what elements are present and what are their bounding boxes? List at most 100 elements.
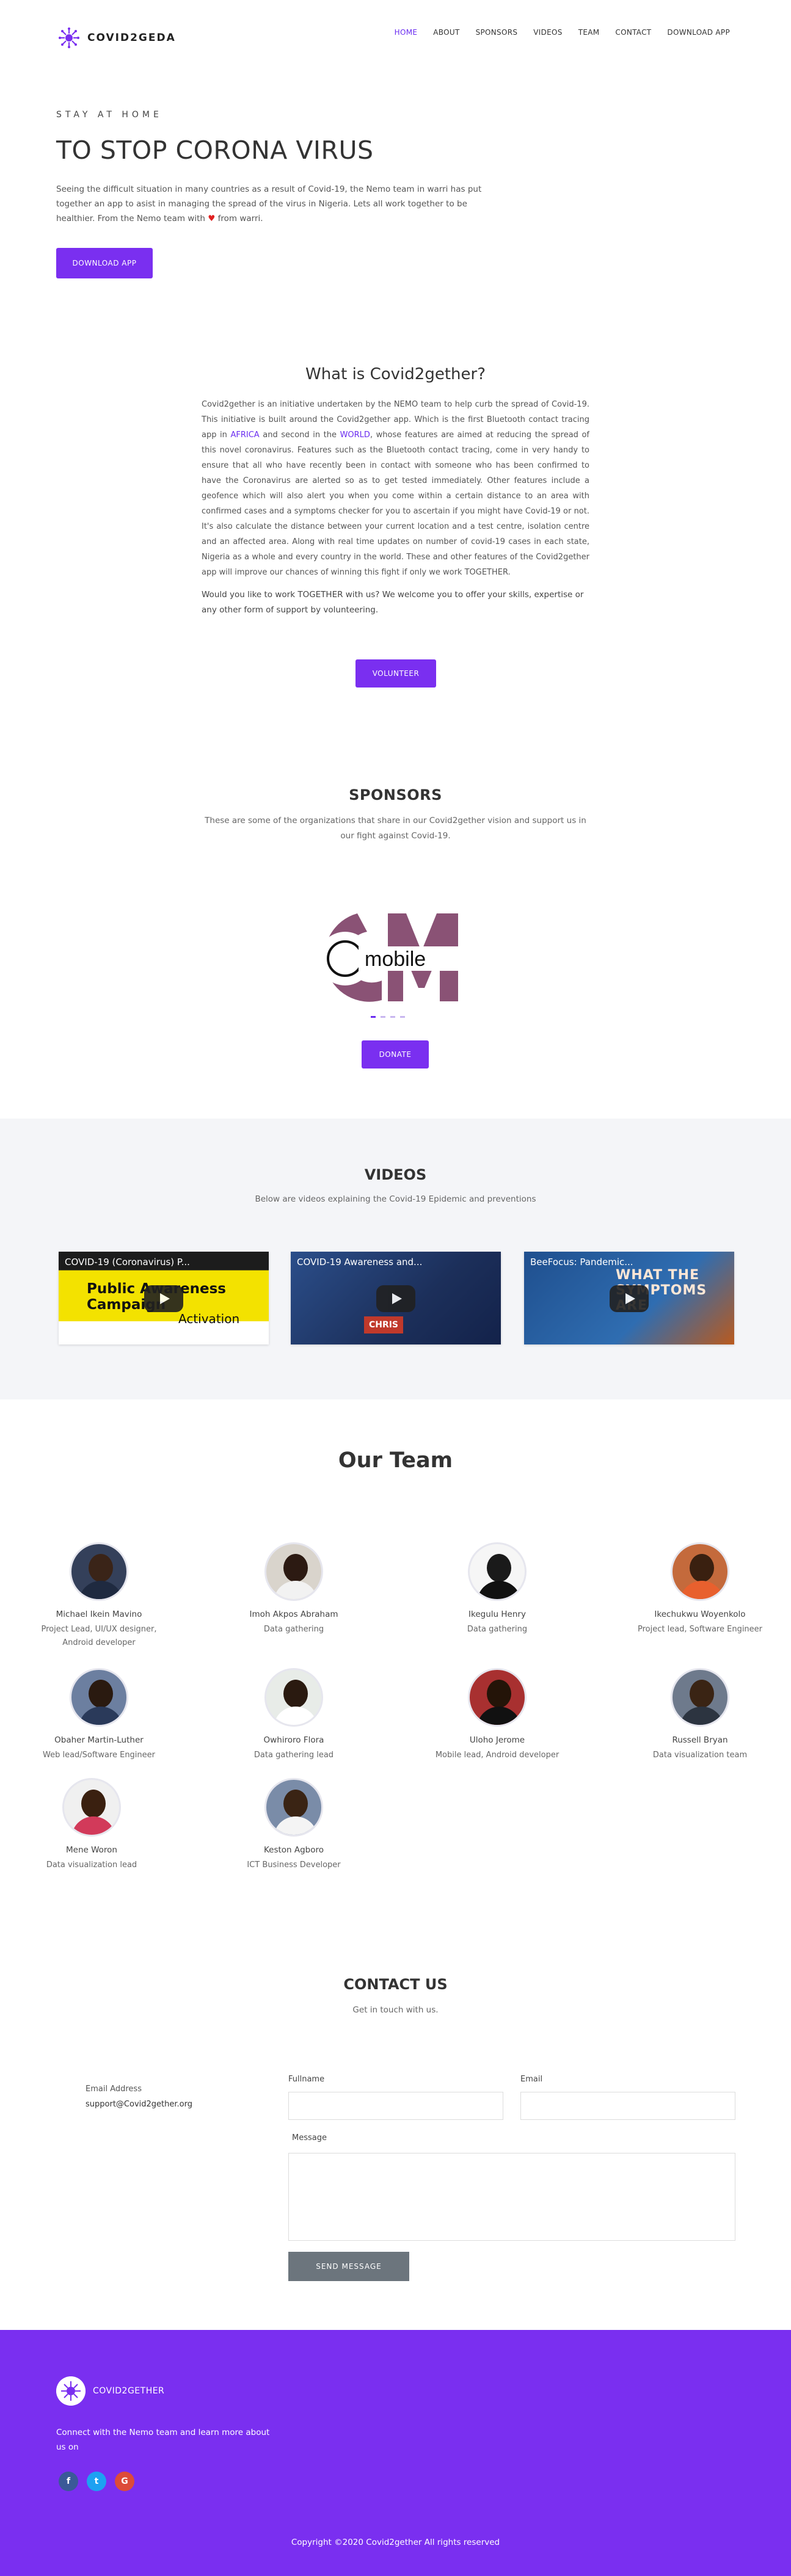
avatar xyxy=(264,1778,323,1837)
nav-home[interactable]: HOME xyxy=(395,28,418,37)
send-message-button[interactable]: SEND MESSAGE xyxy=(288,2252,409,2281)
member-name: Mene Woron xyxy=(66,1845,117,1855)
team-member: Russell Bryan Data visualization team xyxy=(627,1668,773,1762)
video-title: COVID-19 (Coronavirus) P... xyxy=(65,1257,190,1268)
nav-team[interactable]: TEAM xyxy=(578,28,600,37)
volunteer-ask: Would you like to work TOGETHER with us?… xyxy=(202,590,584,615)
member-role: Project lead, Software Engineer xyxy=(637,1625,763,1634)
donate-button[interactable]: DONATE xyxy=(362,1040,429,1068)
contact-title: CONTACT US xyxy=(343,1976,448,1993)
member-name: Ikegulu Henry xyxy=(468,1609,526,1619)
videos-title: VIDEOS xyxy=(364,1166,427,1183)
carousel-dots xyxy=(371,1016,405,1018)
nav-contact[interactable]: CONTACT xyxy=(615,28,651,37)
member-role: Data visualization lead xyxy=(46,1860,137,1870)
message-field[interactable] xyxy=(288,2153,735,2241)
world-link[interactable]: WORLD xyxy=(340,430,370,440)
team-member: Uloho Jerome Mobile lead, Android develo… xyxy=(424,1668,570,1762)
video-card-1[interactable]: COVID-19 (Coronavirus) P... Public Aware… xyxy=(59,1252,269,1344)
hero-text-main: Seeing the difficult situation in many c… xyxy=(56,184,482,223)
nav-menu: HOME ABOUT SPONSORS VIDEOS TEAM CONTACT … xyxy=(379,28,730,37)
email-label: Email xyxy=(520,2075,543,2084)
avatar xyxy=(264,1668,323,1727)
footer-text: Connect with the Nemo team and learn mor… xyxy=(56,2428,270,2452)
sponsors-subtitle: These are some of the organizations that… xyxy=(205,816,586,841)
avatar xyxy=(671,1668,729,1727)
member-role: Web lead/Software Engineer xyxy=(42,1751,156,1760)
videos-section: VIDEOS Below are videos explaining the C… xyxy=(0,1119,791,1399)
download-app-button[interactable]: DOWNLOAD APP xyxy=(56,248,153,278)
about-section: What is Covid2gether? Covid2gether is an… xyxy=(202,365,589,618)
team-title: Our Team xyxy=(338,1448,453,1473)
about-text-part2: and second in the xyxy=(263,430,337,440)
email-address-label: Email Address xyxy=(86,2084,142,2094)
team-member: Imoh Akpos Abraham Data gathering xyxy=(221,1542,367,1636)
nav-sponsors[interactable]: SPONSORS xyxy=(476,28,518,37)
footer-logo[interactable]: COVID2GETHER xyxy=(56,2376,164,2406)
member-role: ICT Business Developer xyxy=(247,1860,341,1870)
heart-icon: ♥ xyxy=(208,214,216,223)
avatar xyxy=(264,1542,323,1601)
avatar xyxy=(70,1542,128,1601)
play-icon[interactable] xyxy=(376,1285,415,1312)
play-icon[interactable] xyxy=(610,1285,649,1312)
member-name: Uloho Jerome xyxy=(469,1735,525,1745)
team-member: Keston Agboro ICT Business Developer xyxy=(221,1778,367,1872)
hero-text-end: from warri. xyxy=(217,214,263,223)
carousel-dot[interactable] xyxy=(400,1016,405,1018)
avatar xyxy=(671,1542,729,1601)
member-name: Keston Agboro xyxy=(263,1845,324,1855)
brand-name: COVID2GEDA xyxy=(87,32,176,44)
carousel-dot[interactable] xyxy=(390,1016,395,1018)
team-member: Ikechukwu Woyenkolo Project lead, Softwa… xyxy=(627,1542,773,1636)
video-card-3[interactable]: BeeFocus: Pandemic... WHAT THE SYMPTOMS … xyxy=(524,1252,734,1344)
nav-download-app[interactable]: DOWNLOAD APP xyxy=(667,28,730,37)
play-icon[interactable] xyxy=(144,1285,183,1312)
footer: COVID2GETHER Connect with the Nemo team … xyxy=(0,2330,791,2576)
carousel-dot[interactable] xyxy=(381,1016,385,1018)
twitter-icon[interactable]: t xyxy=(87,2472,106,2491)
member-name: Russell Bryan xyxy=(672,1735,728,1745)
member-role: Data visualization team xyxy=(652,1751,748,1760)
contact-email-info: Email Address support@Covid2gether.org xyxy=(86,2084,192,2109)
avatar xyxy=(70,1668,128,1727)
sponsor-logo-text: mobile xyxy=(365,948,426,971)
about-text-part3: , whose features are aimed at reducing t… xyxy=(202,430,590,577)
avatar xyxy=(468,1542,527,1601)
team-member: Michael Ikein Mavino Project Lead, UI/UX… xyxy=(26,1542,172,1650)
nav-videos[interactable]: VIDEOS xyxy=(533,28,562,37)
africa-link[interactable]: AFRICA xyxy=(230,430,259,440)
omobile-logo-icon: mobile xyxy=(318,913,464,1002)
team-member: Obaher Martin-Luther Web lead/Software E… xyxy=(26,1668,172,1762)
videos-subtitle: Below are videos explaining the Covid-19… xyxy=(255,1194,536,1204)
member-name: Imoh Akpos Abraham xyxy=(249,1609,338,1619)
top-nav: COVID2GEDA HOME ABOUT SPONSORS VIDEOS TE… xyxy=(0,0,791,73)
google-icon[interactable]: G xyxy=(115,2472,134,2491)
member-role: Data gathering lead xyxy=(253,1751,334,1760)
avatar xyxy=(468,1668,527,1727)
nav-about[interactable]: ABOUT xyxy=(433,28,459,37)
about-text: Covid2gether is an initiative undertaken… xyxy=(202,397,589,580)
team-member: Mene Woron Data visualization lead xyxy=(18,1778,165,1872)
avatar xyxy=(62,1778,121,1837)
facebook-icon[interactable]: f xyxy=(59,2472,78,2491)
virus-logo-icon xyxy=(56,2376,86,2406)
sponsors-title: SPONSORS xyxy=(349,786,442,804)
video-title: COVID-19 Awareness and... xyxy=(297,1257,423,1268)
virus-logo-icon xyxy=(59,27,79,48)
brand-logo[interactable]: COVID2GEDA xyxy=(58,27,176,49)
video-card-2[interactable]: COVID-19 Awareness and... CHRIS xyxy=(291,1252,501,1344)
fullname-label: Fullname xyxy=(288,2075,325,2084)
member-name: Obaher Martin-Luther xyxy=(54,1735,144,1745)
about-title: What is Covid2gether? xyxy=(305,365,486,383)
volunteer-button[interactable]: VOLUNTEER xyxy=(355,659,436,688)
member-role: Data gathering xyxy=(467,1625,528,1634)
member-role: Data gathering xyxy=(263,1625,324,1634)
member-role: Project Lead, UI/UX designer, Android de… xyxy=(41,1625,157,1647)
carousel-dot[interactable] xyxy=(371,1016,376,1018)
email-address-value[interactable]: support@Covid2gether.org xyxy=(86,2100,192,2109)
fullname-field[interactable] xyxy=(288,2092,503,2120)
email-field[interactable] xyxy=(520,2092,735,2120)
hero-text: Seeing the difficult situation in many c… xyxy=(56,182,496,226)
sponsor-logo-omobile[interactable]: mobile xyxy=(308,909,467,1006)
